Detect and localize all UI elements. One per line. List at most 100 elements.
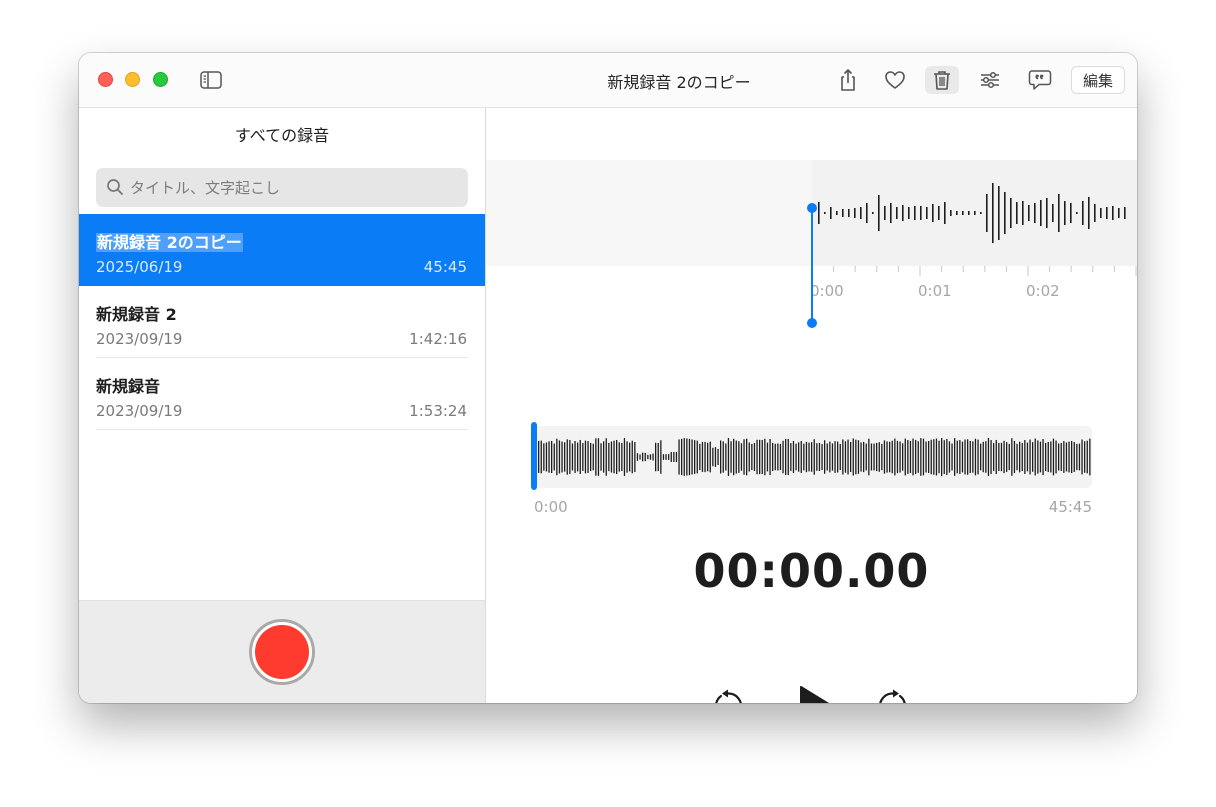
- edit-button[interactable]: 編集: [1071, 66, 1125, 94]
- sliders-icon[interactable]: [977, 67, 1003, 93]
- overview-waveform-bar: [844, 441, 847, 473]
- overview-waveform-bar: [800, 441, 802, 473]
- recording-item[interactable]: 新規録音 2023/09/19 1:53:24: [79, 358, 485, 430]
- overview-waveform-bar: [818, 443, 821, 471]
- overview-waveform-bar: [746, 438, 748, 476]
- overview-waveform-bar: [1084, 441, 1086, 473]
- overview-waveform-bar: [571, 443, 574, 471]
- overview-waveform-bar: [694, 440, 696, 474]
- overview-waveform-bar: [644, 452, 646, 462]
- overview-waveform-bar: [733, 438, 735, 476]
- overview-waveform-bar: [1047, 441, 1049, 473]
- overview-waveform-bar: [1073, 442, 1075, 472]
- overview-waveform-bar: [907, 440, 909, 474]
- record-dot: [255, 625, 309, 679]
- overview-waveform-bar: [613, 440, 615, 474]
- overview-waveform-bar: [779, 443, 782, 471]
- overview-waveform-bar: [985, 441, 987, 473]
- overview-waveform-bar: [1016, 443, 1018, 471]
- overview-waveform-bar: [538, 441, 540, 473]
- overview-waveform-bar: [1013, 440, 1016, 474]
- overview-waveform-bar: [876, 442, 878, 472]
- overview-waveform-bar: [566, 439, 568, 475]
- recording-item[interactable]: 新規録音 2 2023/09/19 1:42:16: [79, 286, 485, 358]
- overview-waveform-bar: [657, 442, 659, 472]
- overview-waveform-bar: [1068, 441, 1070, 473]
- overview-waveform-bar: [873, 443, 875, 471]
- skip-back-15-icon[interactable]: 15: [710, 688, 746, 703]
- overview-waveform-bar: [688, 438, 691, 476]
- overview-scrubber[interactable]: [531, 422, 537, 490]
- heart-icon[interactable]: [882, 67, 908, 93]
- overview-waveform-bar: [655, 442, 657, 472]
- overview-waveform-bar: [647, 454, 649, 460]
- overview-waveform-bar: [922, 438, 925, 476]
- search-input[interactable]: [128, 176, 462, 200]
- play-icon[interactable]: [792, 682, 838, 703]
- overview-waveform-bar: [621, 442, 623, 472]
- zoom-window-button[interactable]: [153, 72, 168, 87]
- current-time-display: 00:00.00: [693, 544, 930, 598]
- overview-waveform-bar: [600, 443, 602, 471]
- overview-waveform-bar: [603, 441, 605, 473]
- overview-waveform-bar: [610, 441, 613, 473]
- overview-waveform-bar: [751, 443, 753, 471]
- overview-waveform-bar: [668, 454, 670, 460]
- overview-waveform-bar: [938, 440, 940, 474]
- overview-waveform-bar: [886, 441, 888, 473]
- overview-waveform-bar: [1052, 438, 1055, 476]
- overview-waveform-bar: [969, 440, 971, 474]
- overview-waveform-bar: [649, 454, 652, 460]
- overview-waveform-bar: [722, 441, 724, 473]
- overview-waveform-bar: [683, 438, 685, 476]
- share-icon[interactable]: [835, 67, 861, 93]
- svg-text:15: 15: [720, 702, 735, 704]
- search-field[interactable]: [96, 168, 468, 207]
- overview-waveform-bar: [980, 443, 982, 471]
- sidebar-toggle-icon[interactable]: [200, 70, 222, 90]
- overview-waveform-bar: [590, 442, 592, 472]
- overview-waveform-bar: [870, 443, 873, 471]
- overview-waveform-bar: [652, 453, 654, 461]
- player-area: 0:00 0:01 0:02 0:00 45:45 00:00.00 15: [486, 108, 1137, 703]
- overview-waveform-bar: [917, 441, 919, 473]
- overview-waveform-bar: [558, 440, 561, 474]
- overview-waveform-bar: [642, 452, 644, 462]
- overview-waveform-bar: [951, 443, 953, 471]
- overview-waveform-bar: [889, 441, 891, 473]
- overview-waveform-bar: [1045, 442, 1047, 472]
- overview-waveform-bar: [551, 440, 553, 474]
- recording-item[interactable]: 新規録音 2のコピー 2025/06/19 45:45: [79, 214, 485, 286]
- overview-waveform-bar: [540, 440, 542, 474]
- overview-waveform-bar: [803, 443, 805, 471]
- overview-waveform-bar: [795, 443, 797, 471]
- overview-waveform-bar: [896, 440, 899, 474]
- close-window-button[interactable]: [98, 72, 113, 87]
- overview-waveform-bar: [639, 454, 641, 460]
- overview-waveform-bar: [808, 442, 810, 472]
- overview-waveform-bar: [1024, 440, 1026, 474]
- overview-waveform-bar: [1003, 440, 1005, 474]
- skip-forward-15-icon[interactable]: 15: [875, 688, 911, 703]
- overview-waveform-bar: [990, 440, 992, 474]
- overview-waveform-bar: [759, 439, 761, 475]
- overview-waveform[interactable]: [486, 108, 1137, 508]
- overview-waveform-bar: [1019, 441, 1021, 473]
- record-button[interactable]: [249, 619, 315, 685]
- minimize-window-button[interactable]: [125, 72, 140, 87]
- overview-waveform-bar: [834, 441, 836, 473]
- overview-waveform-bar: [740, 443, 743, 471]
- quote-bubble-icon[interactable]: [1027, 67, 1053, 93]
- overview-waveform-bar: [725, 443, 727, 471]
- overview-waveform-bar: [878, 442, 880, 472]
- overview-waveform-bar: [777, 443, 779, 471]
- recording-duration: 45:45: [423, 258, 467, 276]
- overview-waveform-bar: [1050, 441, 1052, 473]
- overview-waveform-bar: [592, 443, 594, 471]
- overview-waveform-bar: [868, 438, 870, 476]
- overview-waveform-bar: [691, 439, 693, 475]
- overview-waveform-bar: [821, 443, 823, 471]
- overview-waveform-bar: [930, 439, 932, 475]
- trash-icon[interactable]: [925, 66, 959, 94]
- overview-waveform-bar: [701, 442, 704, 472]
